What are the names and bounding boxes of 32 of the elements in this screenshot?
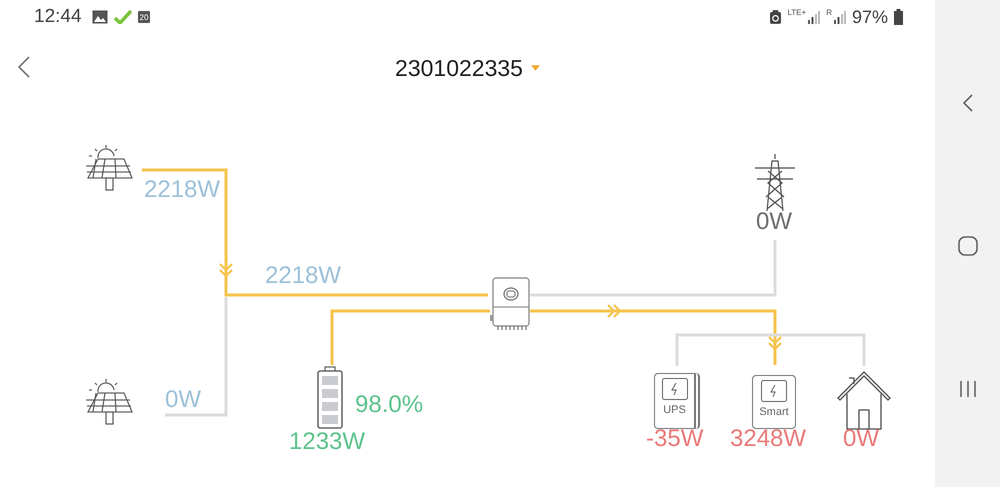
three-bars-icon[interactable]: [958, 380, 976, 398]
chevron-left-icon[interactable]: [962, 94, 972, 112]
image-icon: [92, 10, 108, 24]
inverter-icon: [489, 277, 532, 331]
power-tower-icon: [753, 153, 797, 211]
battery-icon: [317, 366, 343, 429]
rounded-square-icon[interactable]: [958, 236, 978, 256]
power-reading: 0W: [843, 425, 879, 453]
solar-panel-icon: [84, 377, 134, 427]
battery-icon: [894, 9, 903, 25]
power-reading: 0W: [165, 386, 201, 414]
lightning-icon: [761, 380, 787, 402]
signal-icon: [834, 10, 846, 24]
check-icon: [114, 10, 132, 24]
calendar-day: 20: [138, 11, 150, 23]
lightning-icon: [662, 378, 688, 400]
solar-panel-icon: [84, 144, 134, 192]
status-time: 12:44: [34, 6, 82, 28]
battery-percent: 97%: [852, 6, 888, 28]
power-reading: 3248W: [730, 425, 806, 453]
power-reading: 2218W: [265, 262, 342, 290]
device-label: UPS: [663, 404, 686, 416]
power-reading: -35W: [646, 425, 704, 453]
power-reading: 2218W: [144, 176, 220, 204]
network-type: LTE+: [787, 8, 806, 17]
device-label: Smart: [759, 406, 789, 418]
roaming-indicator: R: [826, 8, 832, 17]
battery-soc: 98.0%: [355, 391, 424, 419]
device-selector[interactable]: 2301022335: [393, 52, 542, 84]
signal-icon: [808, 10, 820, 24]
power-reading: 1233W: [289, 428, 366, 456]
power-reading: 0W: [756, 208, 792, 236]
